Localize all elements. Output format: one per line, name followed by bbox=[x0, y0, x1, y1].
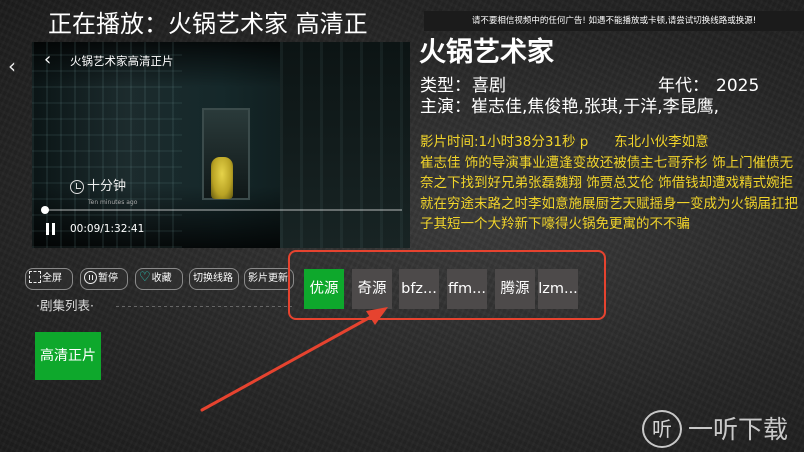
brand-name: 一听下载 bbox=[688, 415, 789, 444]
brand-logo-icon: 听 bbox=[642, 410, 682, 448]
annotation-arrow-icon bbox=[200, 307, 388, 412]
